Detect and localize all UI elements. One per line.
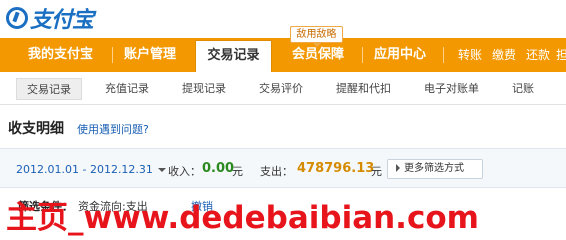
logo-text: 支付宝 <box>30 8 94 33</box>
nav-my-alipay[interactable]: 我的支付宝 <box>28 38 93 72</box>
income-value: 0.00 <box>202 161 235 176</box>
income-unit: 元 <box>232 165 243 178</box>
alipay-logo-icon <box>6 7 28 29</box>
more-filters-label: 更多筛选方式 <box>404 163 464 174</box>
nav-account-management[interactable]: 账户管理 <box>124 38 176 72</box>
subnav-transaction-reviews[interactable]: 交易评价 <box>259 78 303 100</box>
date-range-text: 2012.01.01 - 2012.12.31 <box>16 163 153 176</box>
nav-divider <box>443 47 444 63</box>
filter-bar: 2012.01.01 - 2012.12.31 收入： 0.00 元 支出： 4… <box>0 148 566 188</box>
sub-nav: 交易记录 充值记录 提现记录 交易评价 提醒和代扣 电子对账单 记账 <box>0 72 566 105</box>
nav-divider <box>112 47 113 63</box>
page-title: 收支明细 <box>8 121 64 137</box>
quick-link-bill-pay[interactable]: 缴费 <box>492 38 516 72</box>
main-nav: 我的支付宝 账户管理 交易记录 会员保障 应用中心 转账 缴费 还款 担 <box>0 38 566 72</box>
subnav-bookkeeping[interactable]: 记账 <box>512 78 534 100</box>
quick-link-repay[interactable]: 还款 <box>526 38 550 72</box>
more-filters-button[interactable]: 更多筛选方式 <box>387 159 483 179</box>
date-range-selector[interactable]: 2012.01.01 - 2012.12.31 <box>16 163 166 176</box>
subnav-reminders-autopay[interactable]: 提醒和代扣 <box>336 78 391 100</box>
expense-unit: 元 <box>371 165 382 178</box>
subnav-e-statements[interactable]: 电子对账单 <box>424 78 479 100</box>
site-watermark: 主页_www.dedebaibian.com <box>6 200 479 236</box>
nav-transaction-records[interactable]: 交易记录 <box>195 40 272 72</box>
promo-hint-badge[interactable]: 敌用敌略 <box>290 26 343 47</box>
quick-link-transfer[interactable]: 转账 <box>458 38 482 72</box>
subnav-withdraw-records[interactable]: 提现记录 <box>182 78 226 100</box>
expense-value: 478796.13 <box>297 161 375 176</box>
income-label: 收入： <box>168 165 201 178</box>
nav-divider <box>362 47 363 63</box>
nav-app-center[interactable]: 应用中心 <box>374 38 426 72</box>
chevron-down-icon <box>157 168 166 172</box>
quick-link-guarantee[interactable]: 担 <box>556 38 566 72</box>
subnav-recharge-records[interactable]: 充值记录 <box>105 78 149 100</box>
caret-right-icon <box>396 164 400 172</box>
alipay-logo[interactable]: 支付宝 <box>6 3 94 33</box>
help-link[interactable]: 使用遇到问题? <box>77 121 149 137</box>
subnav-transaction-records[interactable]: 交易记录 <box>16 78 82 100</box>
expense-label: 支出： <box>260 165 293 178</box>
